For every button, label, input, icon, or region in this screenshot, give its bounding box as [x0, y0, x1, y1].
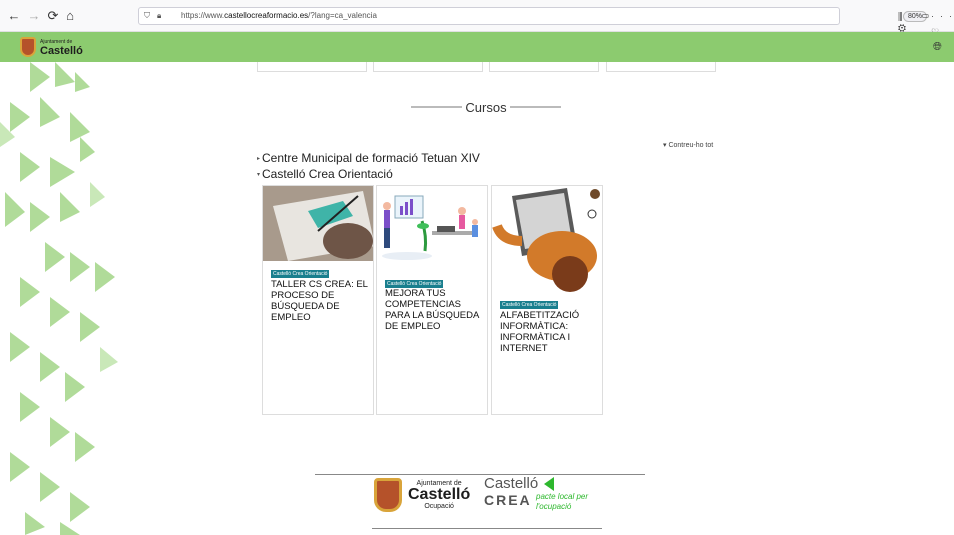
browser-toolbar: ← → ⟳ ⌂ ⛉ 🔒︎ https://www.castellocreafor…: [0, 0, 954, 53]
url-bar[interactable]: ⛉ 🔒︎ https://www.castellocreaformacio.es…: [138, 7, 952, 53]
course-title[interactable]: TALLER CS CREA: EL PROCESO DE BÚSQUEDA D…: [271, 279, 369, 323]
section-title: Cursos: [408, 98, 564, 116]
collapse-all-link[interactable]: ▾ Contreu-ho tot: [663, 141, 713, 149]
footer-logo-castello-crea[interactable]: Castelló CREA pacte local per l'ocupació: [484, 475, 588, 511]
footer-logo2-line2: CREA: [484, 492, 532, 508]
category-crea-orientacio[interactable]: ▾ Castelló Crea Orientació: [257, 167, 393, 181]
footer-divider-bottom: [372, 528, 602, 529]
chevron-down-icon: ▾: [257, 172, 261, 179]
course-title[interactable]: MEJORA TUS COMPETENCIAS PARA LA BÚSQUEDA…: [385, 288, 483, 332]
category-tetuan[interactable]: ▸ Centre Municipal de formació Tetuan XIV: [257, 151, 480, 165]
shield-icon[interactable]: ⛉: [144, 8, 150, 24]
course-card[interactable]: Castelló Crea Orientació ALFABETITZACIÓ …: [491, 185, 603, 415]
library-icon[interactable]: ⫼ ▭ ⚙: [898, 12, 954, 34]
footer-logo1-sub: Ocupació: [424, 503, 454, 510]
green-arrow-icon: [544, 477, 554, 491]
course-title[interactable]: ALFABETITZACIÓ INFORMÀTICA: INFORMÀTICA …: [500, 310, 598, 354]
footer-logo-ajuntament[interactable]: Ajuntament de Castelló Ocupació: [374, 478, 470, 512]
course-image: [377, 186, 487, 276]
course-image: [263, 186, 373, 261]
logo-big-text: Castelló: [40, 44, 83, 57]
home-icon[interactable]: ⌂: [62, 8, 78, 24]
course-card[interactable]: Castelló Crea Orientació MEJORA TUS COMP…: [376, 185, 488, 415]
course-category-badge: Castelló Crea Orientació: [271, 270, 330, 278]
coat-of-arms-icon: [20, 37, 36, 57]
course-category-badge: Castelló Crea Orientació: [385, 280, 444, 288]
back-icon[interactable]: ←: [6, 8, 22, 24]
lock-icon[interactable]: 🔒︎: [157, 8, 161, 24]
site-header: Ajuntament de Castelló 🌐︎: [0, 32, 954, 62]
top-card: [606, 62, 716, 72]
url-text[interactable]: https://www.castellocreaformacio.es/?lan…: [181, 8, 377, 24]
footer-logo1-big: Castelló: [408, 486, 471, 503]
reload-icon[interactable]: ⟳: [45, 8, 61, 24]
top-card: [373, 62, 483, 72]
course-image: [492, 186, 602, 296]
footer-logo2-line1: Castelló: [484, 475, 539, 492]
course-card[interactable]: Castelló Crea Orientació TALLER CS CREA:…: [262, 185, 374, 415]
language-globe-icon[interactable]: 🌐︎: [933, 41, 942, 54]
top-card: [257, 62, 367, 72]
footer-divider: [315, 474, 645, 475]
chevron-right-icon: ▸: [257, 156, 261, 163]
forward-icon[interactable]: →: [26, 8, 42, 24]
site-logo[interactable]: Ajuntament de Castelló: [20, 36, 83, 58]
course-category-badge: Castelló Crea Orientació: [500, 301, 559, 309]
top-card: [489, 62, 599, 72]
decorative-triangles: [0, 62, 118, 535]
footer-logo2-pacte: pacte local per l'ocupació: [536, 492, 589, 511]
coat-of-arms-icon: [374, 478, 402, 512]
